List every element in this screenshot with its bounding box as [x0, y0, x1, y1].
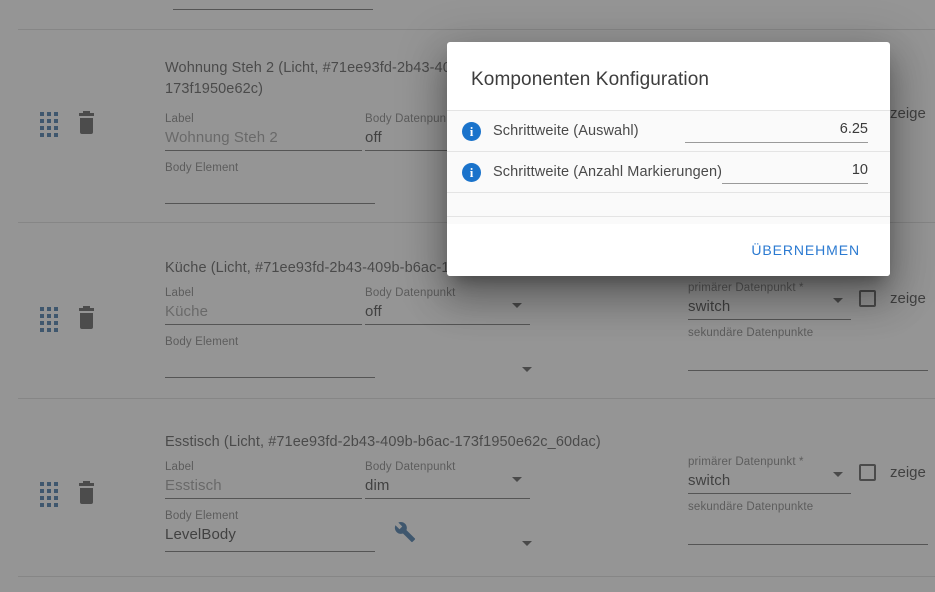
step-size-marks-input[interactable]: 10 — [722, 161, 868, 184]
dialog-title: Komponenten Konfiguration — [471, 69, 710, 90]
dialog-body-filler — [447, 193, 890, 217]
config-label: Schrittweite (Anzahl Markierungen) — [493, 164, 723, 180]
screen: Wohnung Steh 2 (Licht, #71ee93fd-2b43-40… — [0, 0, 935, 592]
config-row: i Schrittweite (Auswahl) 6.25 — [447, 111, 890, 152]
config-label: Schrittweite (Auswahl) — [493, 123, 639, 139]
component-configuration-dialog: Komponenten Konfiguration i Schrittweite… — [447, 42, 890, 276]
apply-button[interactable]: ÜBERNEHMEN — [743, 236, 868, 264]
info-icon: i — [462, 162, 481, 182]
step-size-selection-input[interactable]: 6.25 — [685, 120, 868, 143]
dialog-actions: ÜBERNEHMEN — [447, 224, 890, 276]
dialog-body: i Schrittweite (Auswahl) 6.25 i Schrittw… — [447, 110, 890, 224]
info-icon: i — [462, 121, 481, 141]
config-row: i Schrittweite (Anzahl Markierungen) 10 — [447, 152, 890, 193]
